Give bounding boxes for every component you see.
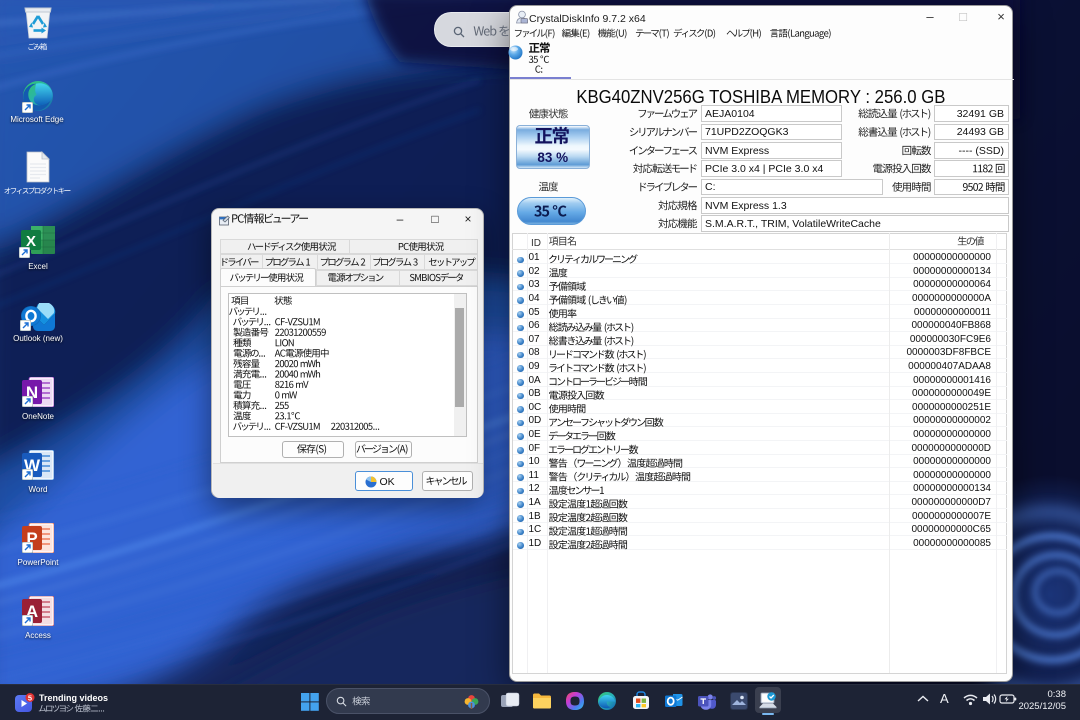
svg-text:5: 5 [28,693,32,702]
